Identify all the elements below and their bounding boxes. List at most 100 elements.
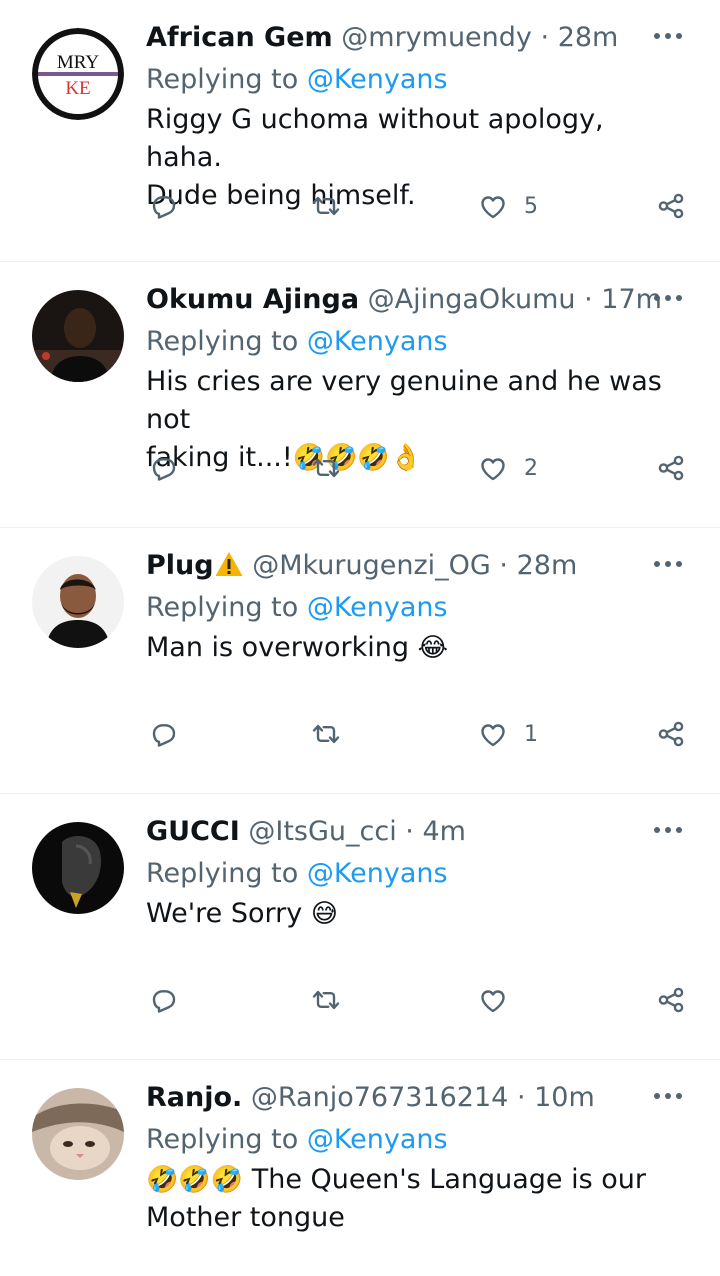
share-icon [658, 193, 684, 219]
cat-photo-avatar[interactable] [32, 1088, 124, 1180]
mention-link[interactable]: @Kenyans [307, 592, 448, 623]
tweet-item[interactable]: GUCCI @ItsGu_cci · 4m Replying to @Kenya… [0, 794, 720, 1060]
reply-icon [152, 458, 176, 481]
reply-icon [152, 990, 176, 1013]
replying-to: Replying to @Kenyans [146, 854, 448, 894]
like-icon [481, 458, 505, 481]
reply-button[interactable] [146, 714, 180, 754]
reply-button[interactable] [146, 448, 180, 488]
retweet-button[interactable] [309, 714, 343, 754]
replying-label: Replying to [146, 858, 299, 889]
timestamp[interactable]: 28m [558, 22, 619, 53]
tweet-text-segment: The Queen's Language is our [243, 1164, 646, 1195]
mention-link[interactable]: @Kenyans [307, 1124, 448, 1155]
reply-feed: MRY KE African Gem @mrymuendy · 28m Repl… [0, 0, 720, 1276]
share-icon [658, 455, 684, 481]
user-handle[interactable]: @mrymuendy [341, 22, 532, 53]
more-icon[interactable] [650, 24, 686, 48]
tweet-item[interactable]: Okumu Ajinga @AjingaOkumu · 17m Replying… [0, 262, 720, 528]
like-count: 5 [524, 193, 538, 219]
more-icon[interactable] [650, 1084, 686, 1108]
share-button[interactable] [654, 714, 688, 754]
user-handle[interactable]: @Ranjo767316214 [251, 1082, 508, 1113]
timestamp[interactable]: 28m [517, 550, 578, 581]
tweet-text: 🤣🤣🤣 The Queen's Language is our Mother t… [146, 1161, 686, 1237]
tweet-header: GUCCI @ItsGu_cci · 4m [146, 812, 466, 852]
sweat-smile-emoji: 😅 [310, 899, 338, 929]
action-bar [146, 980, 691, 1020]
more-icon[interactable] [650, 552, 686, 576]
reply-button[interactable] [146, 186, 180, 226]
like-count: 1 [524, 721, 538, 747]
tweet-header: Plug @Mkurugenzi_OG · 28m [146, 546, 577, 586]
tweet-item[interactable]: Plug @Mkurugenzi_OG · 28m Replying to @K… [0, 528, 720, 794]
like-icon [481, 724, 505, 747]
share-button[interactable] [654, 448, 688, 488]
display-name[interactable]: Okumu Ajinga [146, 284, 359, 315]
reply-icon [152, 196, 176, 219]
retweet-icon [312, 724, 340, 744]
tweet-text-segment: We're Sorry [146, 898, 303, 929]
tweet-text-line: His cries are very genuine and he was no… [146, 366, 662, 435]
person-photo-avatar[interactable] [32, 290, 124, 382]
timestamp[interactable]: 10m [534, 1082, 595, 1113]
share-icon [658, 987, 684, 1013]
replying-label: Replying to [146, 326, 299, 357]
mention-link[interactable]: @Kenyans [307, 858, 448, 889]
like-icon [481, 196, 505, 219]
replying-label: Replying to [146, 1124, 299, 1155]
like-button[interactable]: 2 [476, 448, 538, 488]
display-name[interactable]: Ranjo. [146, 1082, 242, 1113]
replying-to: Replying to @Kenyans [146, 60, 448, 100]
action-bar: 1 [146, 714, 691, 754]
retweet-button[interactable] [309, 186, 343, 226]
separator-dot: · [516, 1082, 526, 1113]
tweet-text-segment: Man is overworking [146, 632, 409, 663]
tweet-text: We're Sorry 😅 [146, 895, 686, 933]
replying-label: Replying to [146, 64, 299, 95]
retweet-button[interactable] [309, 448, 343, 488]
user-handle[interactable]: @ItsGu_cci [248, 816, 396, 847]
avatar-text-top: MRY [57, 52, 100, 73]
retweet-icon [312, 990, 340, 1010]
display-name[interactable]: GUCCI [146, 816, 240, 847]
display-name[interactable]: Plug [146, 550, 214, 581]
reply-icon [152, 724, 176, 747]
timestamp[interactable]: 4m [422, 816, 465, 847]
share-button[interactable] [654, 186, 688, 226]
like-button[interactable]: 5 [476, 186, 538, 226]
replying-to: Replying to @Kenyans [146, 1120, 448, 1160]
mention-link[interactable]: @Kenyans [307, 64, 448, 95]
person-photo-avatar[interactable] [32, 556, 124, 648]
tweet-item[interactable]: Ranjo. @Ranjo767316214 · 10m Replying to… [0, 1060, 720, 1276]
display-name[interactable]: African Gem [146, 22, 333, 53]
action-bar: 5 [146, 186, 691, 226]
share-icon [658, 721, 684, 747]
replying-to: Replying to @Kenyans [146, 322, 448, 362]
user-handle[interactable]: @Mkurugenzi_OG [252, 550, 491, 581]
tears-of-joy-emoji: 😂 [417, 633, 448, 663]
person-photo-avatar[interactable] [32, 822, 124, 914]
avatar-text-bottom: KE [65, 78, 90, 99]
retweet-icon [312, 458, 340, 478]
like-button[interactable]: 1 [476, 714, 538, 754]
warning-emoji [215, 552, 243, 576]
mry-ke-logo-avatar[interactable]: MRY KE [32, 28, 124, 120]
tweet-text: Man is overworking 😂 [146, 629, 686, 667]
share-button[interactable] [654, 980, 688, 1020]
action-bar: 2 [146, 448, 691, 488]
mention-link[interactable]: @Kenyans [307, 326, 448, 357]
retweet-icon [312, 196, 340, 216]
user-handle[interactable]: @AjingaOkumu [368, 284, 576, 315]
more-icon[interactable] [650, 286, 686, 310]
like-count: 2 [524, 455, 538, 481]
separator-dot: · [584, 284, 593, 315]
more-icon[interactable] [650, 818, 686, 842]
like-button[interactable] [476, 980, 524, 1020]
replying-to: Replying to @Kenyans [146, 588, 448, 628]
tweet-item[interactable]: MRY KE African Gem @mrymuendy · 28m Repl… [0, 0, 720, 262]
reply-button[interactable] [146, 980, 180, 1020]
retweet-button[interactable] [309, 980, 343, 1020]
tweet-text-line: 🤣🤣🤣 The Queen's Language is our [146, 1161, 686, 1199]
tweet-text-line: Mother tongue [146, 1202, 345, 1233]
